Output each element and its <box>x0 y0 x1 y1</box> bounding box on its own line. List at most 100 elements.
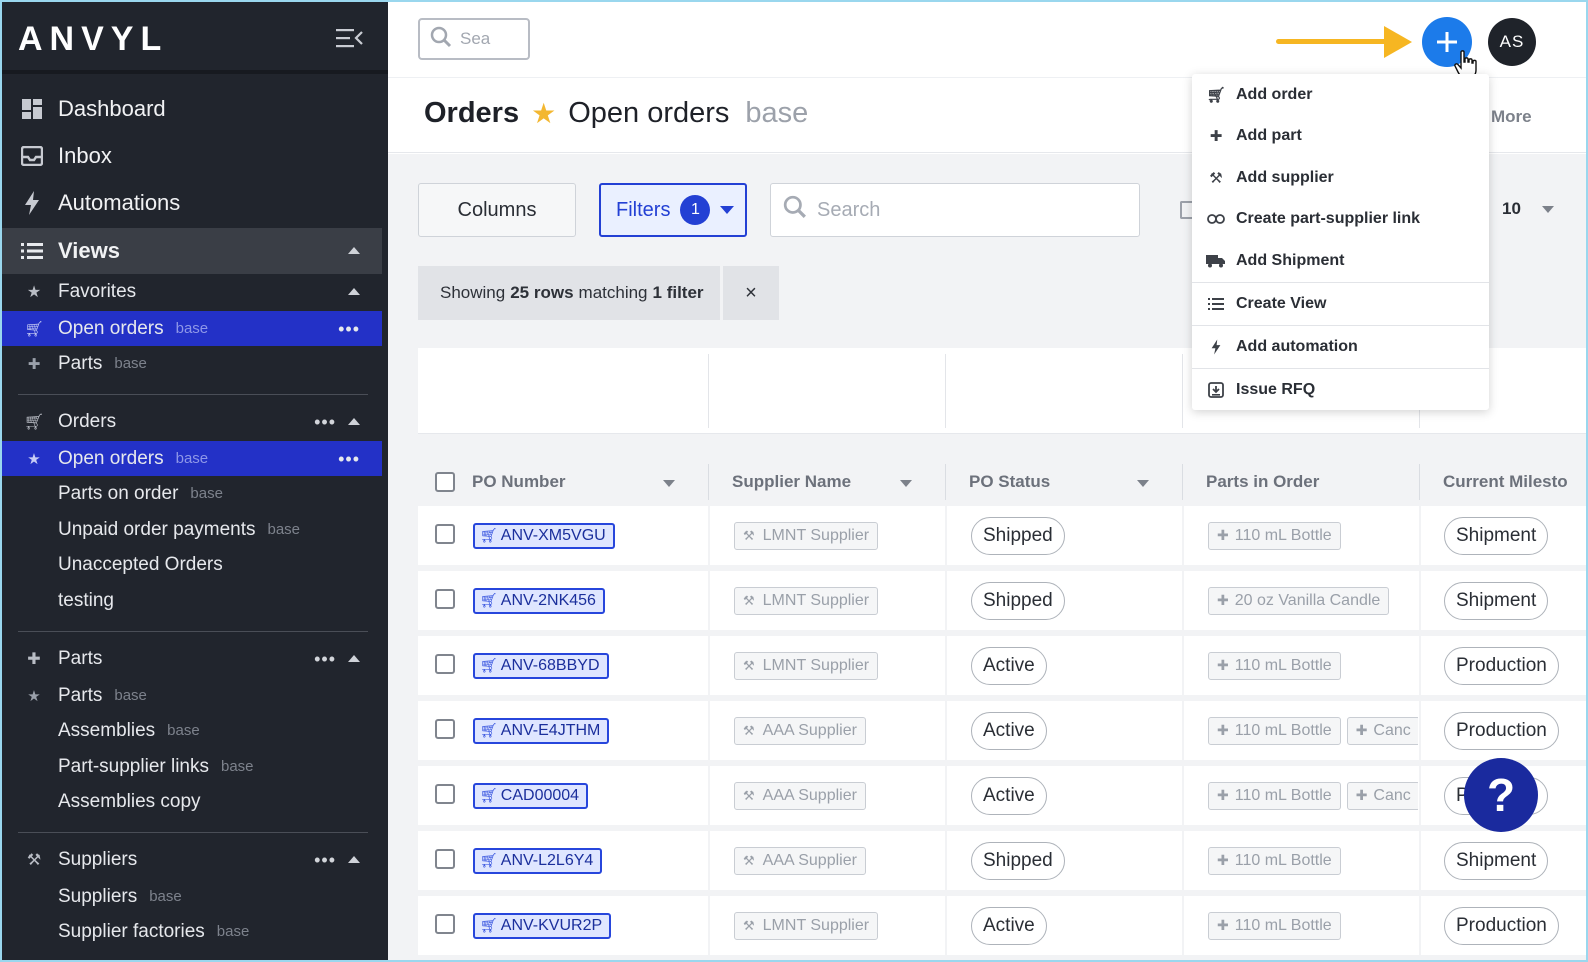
sidebar-item-assemblies[interactable]: Assemblies base <box>2 713 382 748</box>
more-options-icon[interactable]: ••• <box>314 412 336 433</box>
more-options-icon[interactable]: ••• <box>338 449 360 470</box>
part-chip[interactable]: ✚ 20 oz Vanilla Candle <box>1208 586 1390 615</box>
more-button[interactable]: More <box>1491 107 1532 127</box>
row-checkbox[interactable] <box>435 589 455 609</box>
chevron-down-icon[interactable] <box>1542 206 1554 213</box>
part-chip[interactable]: ✚ 110 mL Bottle <box>1208 651 1341 680</box>
nav-automations[interactable]: Automations <box>2 180 382 226</box>
chevron-down-icon[interactable] <box>663 480 675 487</box>
row-checkbox[interactable] <box>435 849 455 869</box>
more-options-icon[interactable]: ••• <box>314 649 336 670</box>
part-chip[interactable]: ✚ 110 mL Bottle <box>1208 911 1341 940</box>
column-divider[interactable] <box>1182 464 1183 500</box>
collapse-caret-icon[interactable] <box>348 247 360 254</box>
nav-inbox[interactable]: Inbox <box>2 133 382 179</box>
more-options-icon[interactable]: ••• <box>314 850 336 871</box>
select-all-checkbox[interactable] <box>435 472 455 492</box>
supplier-chip[interactable]: ⚒ AAA Supplier <box>734 846 866 875</box>
row-checkbox[interactable] <box>435 719 455 739</box>
menu-item-add-order[interactable]: 🛒︎ Add order <box>1192 74 1489 115</box>
column-header-supplier-name[interactable]: Supplier Name <box>732 458 851 506</box>
app-logo[interactable]: ANVYL <box>18 20 168 59</box>
sidebar-item-open-orders[interactable]: ★ Open orders base ••• <box>2 441 382 476</box>
menu-item-create-view[interactable]: Create View <box>1192 283 1489 324</box>
sidebar-item-unpaid-order-payments[interactable]: Unpaid order payments base <box>2 512 382 547</box>
table-row[interactable]: 🛒︎ CAD00004 ⚒ AAA Supplier Active ✚ 110 mL Bot… <box>418 766 1586 831</box>
row-checkbox[interactable] <box>435 524 455 544</box>
po-number-link[interactable]: 🛒︎ ANV-E4JTHM <box>473 717 610 744</box>
po-number-link[interactable]: 🛒︎ ANV-2NK456 <box>473 587 605 614</box>
menu-item-add-automation[interactable]: Add automation <box>1192 326 1489 367</box>
menu-item-add-shipment[interactable]: Add Shipment <box>1192 240 1489 281</box>
po-number-link[interactable]: 🛒︎ CAD00004 <box>473 782 589 809</box>
po-number-link[interactable]: 🛒︎ ANV-KVUR2P <box>473 912 612 939</box>
column-divider[interactable] <box>1419 464 1420 500</box>
supplier-chip[interactable]: ⚒ LMNT Supplier <box>734 586 879 615</box>
table-row[interactable]: 🛒︎ ANV-KVUR2P ⚒ LMNT Supplier Active ✚ 110 mL … <box>418 896 1586 960</box>
column-header-po-status[interactable]: PO Status <box>969 458 1050 506</box>
sidebar-item-favorite-parts[interactable]: ✚ Parts base <box>2 346 382 381</box>
column-divider[interactable] <box>945 464 946 500</box>
table-row[interactable]: 🛒︎ ANV-68BBYD ⚒ LMNT Supplier Active ✚ 110 mL … <box>418 636 1586 701</box>
favorite-star-icon[interactable]: ★ <box>531 97 556 130</box>
menu-item-create-part-supplier-link[interactable]: Create part-supplier link <box>1192 198 1489 239</box>
sidebar-item-unaccepted-orders[interactable]: Unaccepted Orders <box>2 547 382 582</box>
menu-item-add-part[interactable]: ✚ Add part <box>1192 115 1489 156</box>
part-chip[interactable]: ✚ Canc <box>1346 781 1418 810</box>
nav-views[interactable]: Views <box>2 228 382 274</box>
po-number-link[interactable]: 🛒︎ ANV-L2L6Y4 <box>473 847 603 874</box>
table-row[interactable]: 🛒︎ ANV-2NK456 ⚒ LMNT Supplier Shipped ✚ 20 oz … <box>418 571 1586 636</box>
more-options-icon[interactable]: ••• <box>338 319 360 340</box>
favorites-section[interactable]: ★ Favorites <box>2 275 382 309</box>
supplier-chip[interactable]: ⚒ LMNT Supplier <box>734 521 879 550</box>
table-row[interactable]: 🛒︎ ANV-XM5VGU ⚒ LMNT Supplier Shipped ✚ 110 mL… <box>418 506 1586 571</box>
part-chip[interactable]: ✚ 110 mL Bottle <box>1208 781 1341 810</box>
menu-item-issue-rfq[interactable]: Issue RFQ <box>1192 369 1489 410</box>
collapse-caret-icon[interactable] <box>348 856 360 863</box>
suppliers-section[interactable]: ⚒ Suppliers ••• <box>2 843 382 877</box>
column-header-current-milestone[interactable]: Current Milesto <box>1443 458 1568 506</box>
table-row[interactable]: 🛒︎ ANV-E4JTHM ⚒ AAA Supplier Active ✚ 110 mL B… <box>418 701 1586 766</box>
sidebar-item-supplier-factories[interactable]: Supplier factories base <box>2 914 382 949</box>
user-avatar[interactable]: AS <box>1488 18 1536 66</box>
filters-button[interactable]: Filters 1 <box>599 183 747 237</box>
sidebar-item-parts[interactable]: ★ Parts base <box>2 678 382 713</box>
column-header-parts-in-order[interactable]: Parts in Order <box>1206 458 1319 506</box>
sidebar-item-suppliers[interactable]: Suppliers base <box>2 879 382 914</box>
table-row[interactable]: 🛒︎ ANV-L2L6Y4 ⚒ AAA Supplier Shipped ✚ 110 mL … <box>418 831 1586 896</box>
page-size-select[interactable]: 10 <box>1502 199 1521 219</box>
collapse-sidebar-icon[interactable] <box>334 26 364 50</box>
row-checkbox[interactable] <box>435 784 455 804</box>
sidebar-item-testing[interactable]: testing <box>2 583 382 618</box>
supplier-chip[interactable]: ⚒ AAA Supplier <box>734 781 866 810</box>
part-chip[interactable]: ✚ Canc <box>1346 716 1418 745</box>
chevron-down-icon[interactable] <box>900 480 912 487</box>
sidebar-item-parts-on-order[interactable]: Parts on order base <box>2 476 382 511</box>
part-chip[interactable]: ✚ 110 mL Bottle <box>1208 716 1341 745</box>
sidebar-item-assemblies-copy[interactable]: Assemblies copy <box>2 784 382 819</box>
part-chip[interactable]: ✚ 110 mL Bottle <box>1208 846 1341 875</box>
help-button[interactable]: ? <box>1464 758 1538 832</box>
menu-item-add-supplier[interactable]: ⚒ Add supplier <box>1192 157 1489 198</box>
collapse-caret-icon[interactable] <box>348 288 360 295</box>
table-settings-icon[interactable] <box>1180 201 1192 219</box>
global-search-input[interactable]: Sea <box>418 18 530 60</box>
table-search-input[interactable]: Search <box>770 183 1140 237</box>
supplier-chip[interactable]: ⚒ AAA Supplier <box>734 716 866 745</box>
supplier-chip[interactable]: ⚒ LMNT Supplier <box>734 911 879 940</box>
clear-filter-button[interactable]: × <box>723 266 779 320</box>
parts-section[interactable]: ✚ Parts ••• <box>2 642 382 676</box>
column-divider[interactable] <box>708 464 709 500</box>
collapse-caret-icon[interactable] <box>348 655 360 662</box>
sidebar-item-part-supplier-links[interactable]: Part-supplier links base <box>2 749 382 784</box>
row-checkbox[interactable] <box>435 654 455 674</box>
sidebar-item-favorite-open-orders[interactable]: 🛒︎ Open orders base ••• <box>2 311 382 346</box>
supplier-chip[interactable]: ⚒ LMNT Supplier <box>734 651 879 680</box>
nav-dashboard[interactable]: Dashboard <box>2 86 382 132</box>
po-number-link[interactable]: 🛒︎ ANV-68BBYD <box>473 652 609 679</box>
columns-button[interactable]: Columns <box>418 183 576 237</box>
collapse-caret-icon[interactable] <box>348 418 360 425</box>
column-header-po-number[interactable]: PO Number <box>472 458 566 506</box>
row-checkbox[interactable] <box>435 914 455 934</box>
orders-section[interactable]: 🛒︎ Orders ••• <box>2 405 382 439</box>
